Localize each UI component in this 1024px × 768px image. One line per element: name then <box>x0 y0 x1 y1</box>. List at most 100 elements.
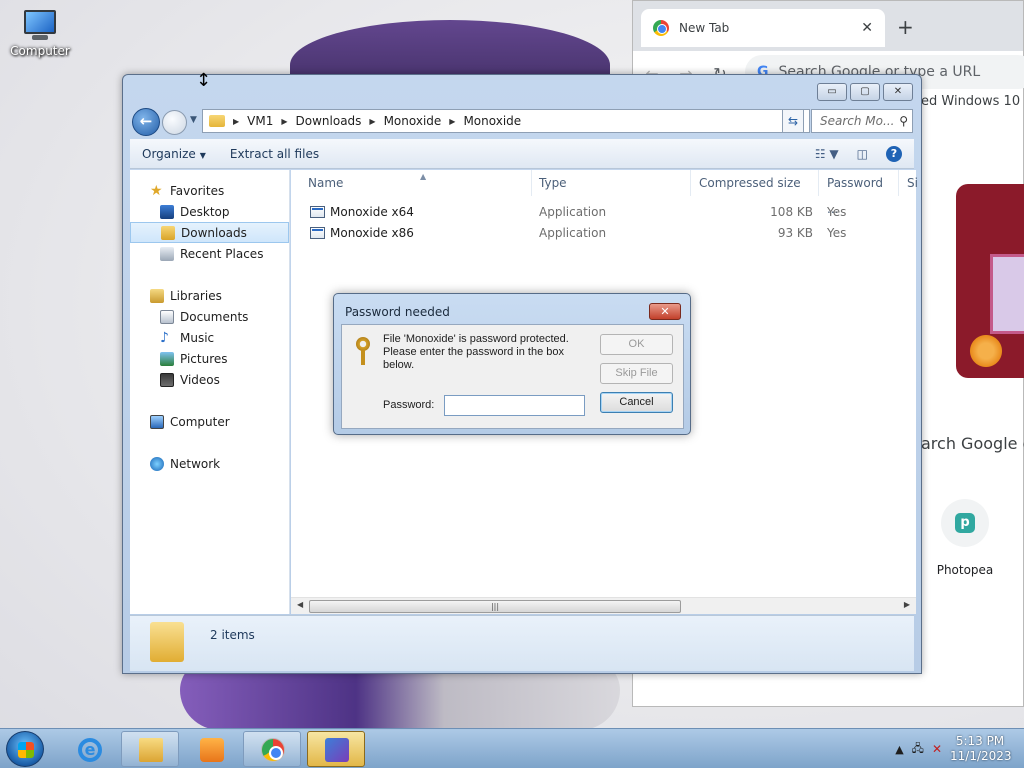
taskbar-internet-explorer[interactable]: e <box>60 731 118 767</box>
file-name: Monoxide x64 <box>330 205 414 219</box>
google-doodle-image[interactable] <box>956 184 1024 378</box>
breadcrumb-separator-icon[interactable]: ▶ <box>449 117 455 126</box>
breadcrumb-separator-icon[interactable]: ▶ <box>369 117 375 126</box>
search-input[interactable]: Search Mo... ⚲ <box>811 109 913 133</box>
forward-arrow-icon[interactable] <box>162 110 187 135</box>
application-icon <box>310 227 325 239</box>
taskbar-archive-app[interactable] <box>307 731 365 767</box>
maximize-icon[interactable]: ▢ <box>850 83 880 101</box>
nav-item-recent-places[interactable]: Recent Places <box>130 243 289 264</box>
shortcut-label: Photopea <box>936 563 994 577</box>
scroll-right-icon[interactable]: ▶ <box>904 600 910 609</box>
nav-label: Downloads <box>181 225 247 240</box>
taskbar-explorer[interactable] <box>121 731 179 767</box>
column-header-type[interactable]: Type <box>531 170 691 196</box>
taskbar: e ▲ 🖧 ✕ 5:13 PM 11/1/2023 <box>0 728 1024 768</box>
close-icon[interactable]: ✕ <box>883 83 913 101</box>
network-icon <box>150 456 164 471</box>
item-count: 2 items <box>210 628 255 642</box>
minimize-icon[interactable]: ▭ <box>817 83 847 101</box>
nav-favorites[interactable]: ★ Favorites <box>130 180 289 201</box>
nav-item-desktop[interactable]: Desktop <box>130 201 289 222</box>
nav-item-documents[interactable]: Documents <box>130 306 289 327</box>
file-row[interactable]: Monoxide x86 Application 93 KB Yes <box>291 223 916 244</box>
cancel-button[interactable]: Cancel <box>600 392 673 413</box>
nav-network[interactable]: Network <box>130 453 289 474</box>
new-tab-icon[interactable]: + <box>897 15 914 39</box>
back-arrow-icon[interactable]: ← <box>132 108 160 136</box>
breadcrumb-downloads[interactable]: Downloads <box>296 114 362 128</box>
preview-pane-icon[interactable]: ◫ <box>857 147 868 161</box>
extract-all-button[interactable]: Extract all files <box>218 147 331 161</box>
taskbar-media-player[interactable] <box>182 731 240 767</box>
folder-icon <box>209 115 225 127</box>
music-note-icon: ♪ <box>160 329 169 346</box>
column-header-name[interactable]: ▲ Name <box>300 170 532 196</box>
column-label: Name <box>308 176 344 190</box>
nav-item-pictures[interactable]: Pictures <box>130 348 289 369</box>
show-hidden-icons-icon[interactable]: ▲ <box>895 743 903 756</box>
internet-explorer-icon: e <box>78 738 102 762</box>
dialog-body: File 'Monoxide' is password protected. P… <box>341 324 684 429</box>
column-header-compressed-size[interactable]: Compressed size <box>691 170 819 196</box>
nav-computer[interactable]: Computer <box>130 411 289 432</box>
chrome-tab[interactable]: New Tab ✕ <box>641 9 885 47</box>
archive-app-icon <box>325 738 349 762</box>
nav-item-music[interactable]: ♪ Music <box>130 327 289 348</box>
password-field[interactable] <box>444 395 585 416</box>
scrollbar-thumb[interactable]: ||| <box>309 600 681 613</box>
file-type: Application <box>539 205 607 219</box>
navigation-pane: ★ Favorites Desktop Downloads Recent Plac… <box>130 170 290 614</box>
window-caption-buttons: ▭ ▢ ✕ <box>817 83 913 101</box>
breadcrumb-vm1[interactable]: VM1 <box>247 114 273 128</box>
nav-libraries[interactable]: Libraries <box>130 285 289 306</box>
nav-label: Libraries <box>170 288 222 303</box>
nav-item-videos[interactable]: Videos <box>130 369 289 390</box>
address-bar[interactable]: ▶ VM1 ▶ Downloads ▶ Monoxide ▶ Monoxide … <box>202 109 810 133</box>
horizontal-scrollbar[interactable]: ◀ ||| ▶ <box>291 597 916 614</box>
breadcrumb-monoxide[interactable]: Monoxide <box>384 114 442 128</box>
scroll-left-icon[interactable]: ◀ <box>297 600 303 609</box>
network-tray-icon[interactable]: 🖧 <box>912 740 924 759</box>
search-icon[interactable]: ⚲ <box>899 110 908 132</box>
file-row[interactable]: Monoxide x64 Application 108 KB Yes <box>291 202 916 223</box>
breadcrumb-separator-icon[interactable]: ▶ <box>233 117 239 126</box>
help-icon[interactable]: ? <box>886 145 902 162</box>
history-dropdown-icon[interactable]: ▼ <box>190 115 197 125</box>
refresh-icon[interactable]: ⇆ <box>782 109 804 133</box>
column-header-password[interactable]: Password ... <box>819 170 899 216</box>
downloads-folder-icon <box>161 225 175 240</box>
chrome-page-text[interactable]: ed Windows 10 or <box>921 94 1024 109</box>
chrome-logo-icon <box>261 738 285 762</box>
file-name: Monoxide x86 <box>330 226 414 240</box>
organize-button[interactable]: Organize ▼ <box>130 147 218 161</box>
folder-icon <box>150 622 184 662</box>
close-tab-icon[interactable]: ✕ <box>861 20 873 36</box>
ok-button[interactable]: OK <box>600 334 673 355</box>
google-search-box[interactable]: arch Google or <box>921 434 1024 453</box>
clock-date: 11/1/2023 <box>950 749 1012 763</box>
nav-item-downloads[interactable]: Downloads <box>130 222 289 243</box>
start-button[interactable] <box>6 731 44 767</box>
clock[interactable]: 5:13 PM 11/1/2023 <box>950 734 1012 764</box>
address-row: ← ▼ ▶ VM1 ▶ Downloads ▶ Monoxide ▶ Monox… <box>131 107 913 136</box>
nav-label: Desktop <box>180 204 230 219</box>
close-icon[interactable]: ✕ <box>649 303 681 320</box>
desktop-icon-computer[interactable]: Computer <box>8 8 72 58</box>
shortcut-photopea[interactable]: p <box>941 499 989 547</box>
nav-label: Music <box>180 330 215 345</box>
chrome-logo-icon <box>653 20 669 36</box>
skip-file-button[interactable]: Skip File <box>600 363 673 384</box>
photopea-icon: p <box>955 513 975 533</box>
organize-label: Organize <box>142 146 196 161</box>
breadcrumb-monoxide-current[interactable]: Monoxide <box>463 114 521 128</box>
column-header-size[interactable]: Si <box>899 170 918 196</box>
speaker-muted-icon[interactable]: ✕ <box>932 742 942 756</box>
file-type: Application <box>539 226 607 240</box>
file-size: 108 KB <box>770 205 813 219</box>
change-view-icon[interactable]: ☷ ▼ <box>815 147 839 161</box>
taskbar-chrome[interactable] <box>243 731 301 767</box>
breadcrumb-separator-icon[interactable]: ▶ <box>281 117 287 126</box>
command-bar: Organize ▼ Extract all files ☷ ▼ ◫ ? <box>130 139 914 169</box>
windows-logo-icon <box>18 742 34 758</box>
